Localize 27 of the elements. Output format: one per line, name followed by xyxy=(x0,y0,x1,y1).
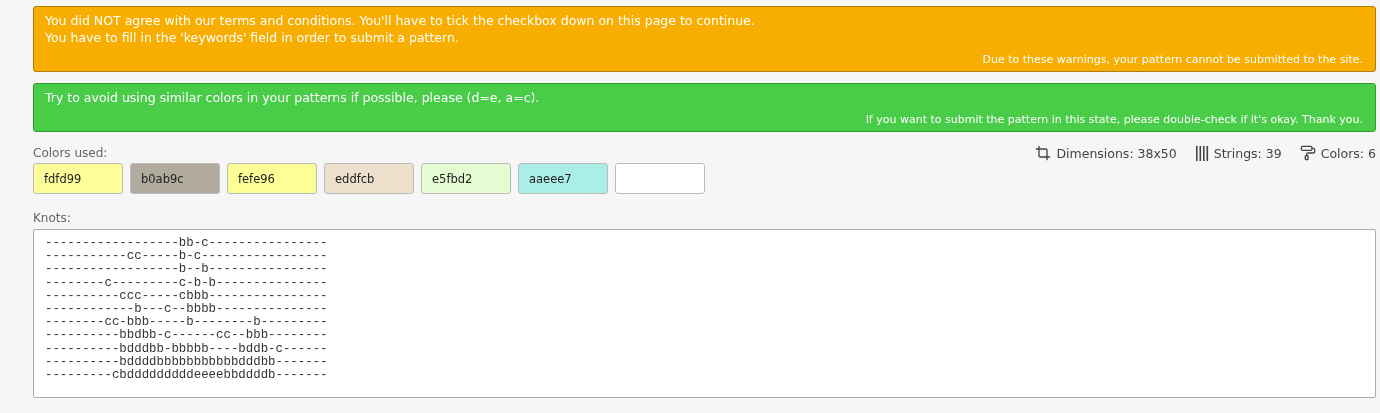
alert-note: If you want to submit the pattern in this state, please double-check if it's okay. Thank you. xyxy=(864,112,1363,127)
alert-note: Due to these warnings, your pattern cannot be submitted to the site. xyxy=(981,52,1363,67)
knot-row-text: ----------bbdbb-c------cc--bbb-------- xyxy=(45,329,329,343)
alert-text: Try to avoid using similar colors in your patterns if possible, please (d=e, a=c). xyxy=(45,89,541,106)
stat-text: Colors: 6 xyxy=(1320,145,1376,161)
knot-row-text: ----------bddddbbbbbbbbbbbdddbb------- xyxy=(45,355,329,369)
knot-row-text: --------cc-bbb-----b--------b--------- xyxy=(45,316,329,330)
color-swatch[interactable]: fefe96 xyxy=(227,163,317,194)
color-swatch[interactable]: b0ab9c xyxy=(130,163,220,194)
stat-text: Strings: 39 xyxy=(1213,145,1282,161)
knot-row-text: ---------cbdddddddddeeeebbddddb------- xyxy=(45,369,329,383)
alert-text: You did NOT agree with our terms and conditions. You'll have to tick the checkbox down on this page to continue. xyxy=(45,12,756,29)
knot-row-text: ----------bdddbb-bbbbb----bddb-c------ xyxy=(45,342,329,356)
knot-row-text: ----------ccc-----cbbb---------------- xyxy=(45,289,329,303)
knot-row-text: --------c---------c-b-b--------------- xyxy=(45,276,329,290)
knot-row-text: ------------b---c--bbbb--------------- xyxy=(45,303,329,316)
color-swatch[interactable]: e5fbd2 xyxy=(421,163,511,194)
knot-row-text: ------------------b--b---------------- xyxy=(45,263,329,277)
knots-label: Knots: xyxy=(33,210,72,226)
knot-row-text: ------------------bb-c---------------- xyxy=(45,237,329,250)
colors-used-label: Colors used: xyxy=(33,145,109,161)
stat-text: Dimensions: 38x50 xyxy=(1056,145,1177,161)
color-swatch[interactable]: aaeee7 xyxy=(518,163,608,194)
knot-row-text: -----------cc-----b-c----------------- xyxy=(45,250,329,264)
alert-text: You have to fill in the 'keywords' field in order to submit a pattern. xyxy=(45,29,460,46)
color-swatch[interactable]: eddfcb xyxy=(324,163,414,194)
color-swatch[interactable]: fdfd99 xyxy=(33,163,123,194)
